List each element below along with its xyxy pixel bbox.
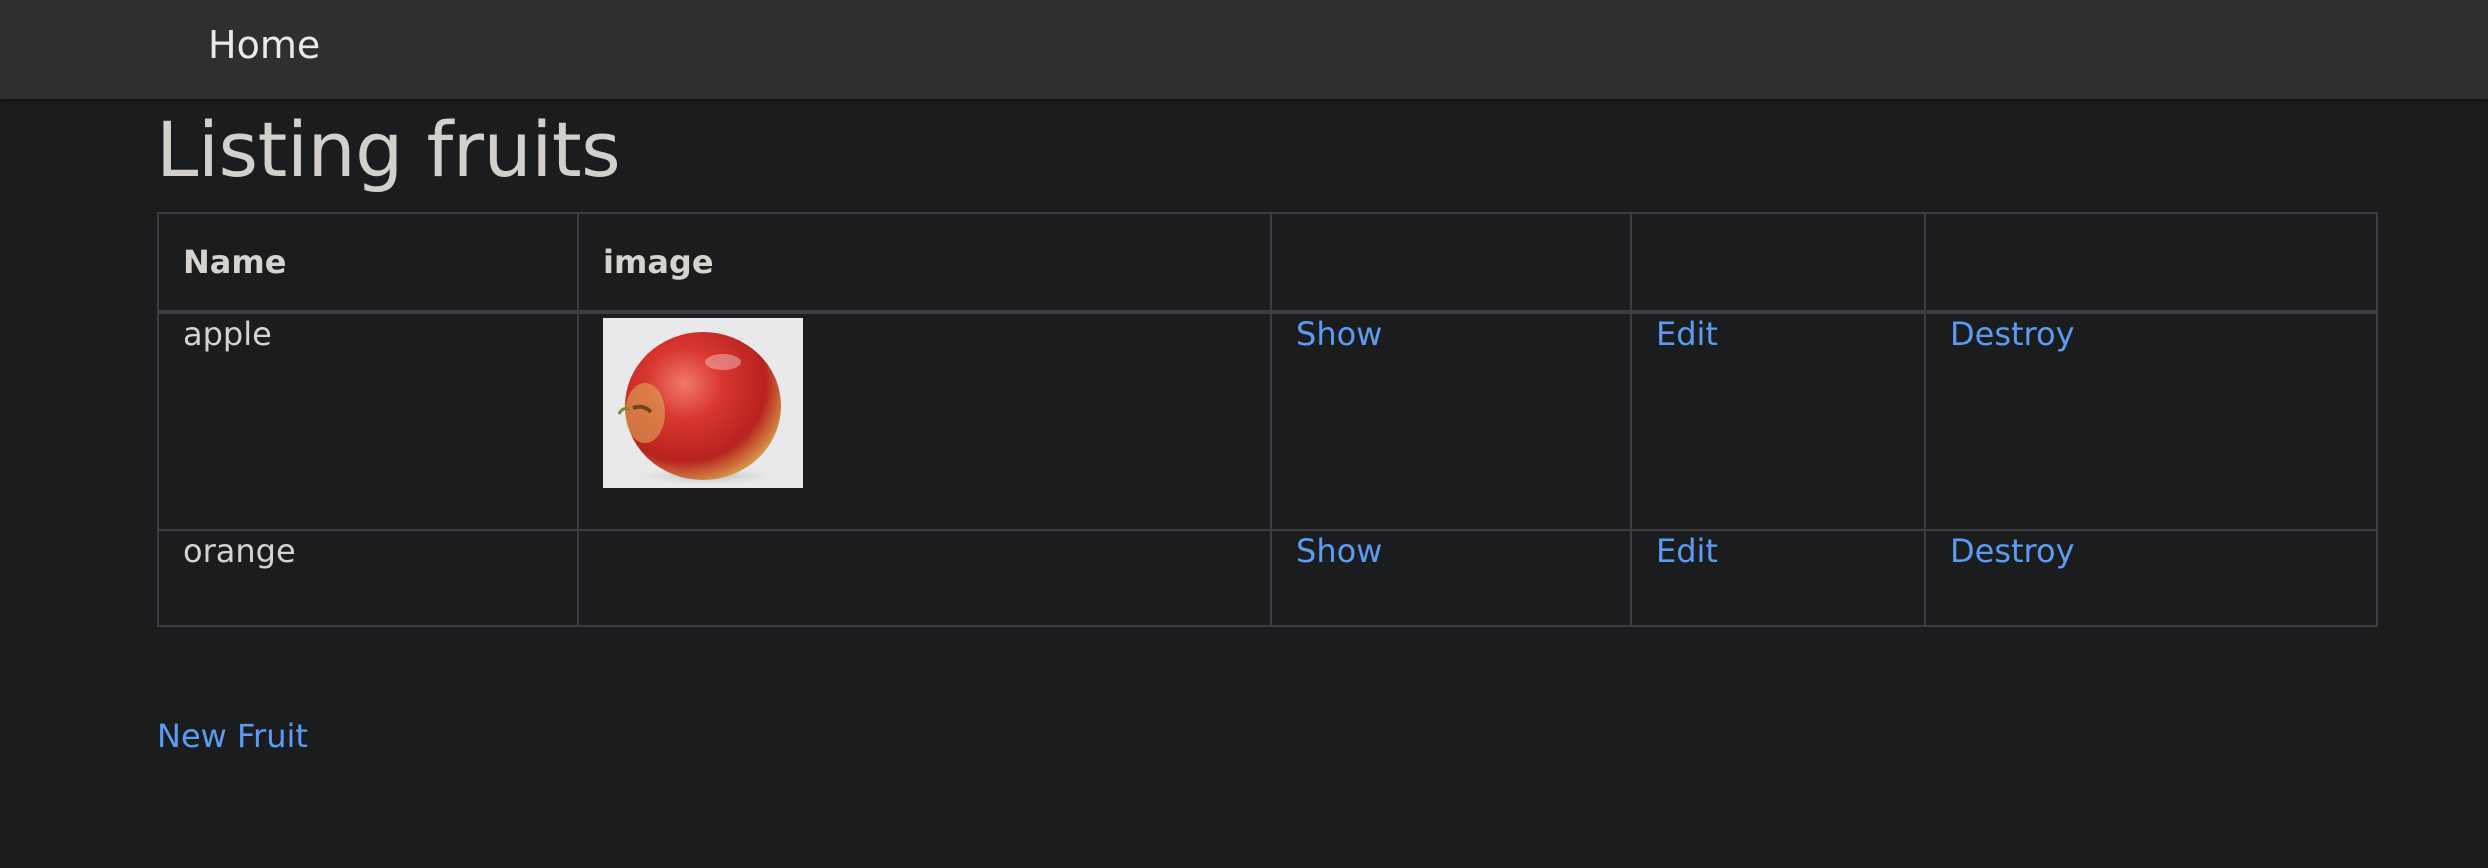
column-header-image: image	[577, 212, 1272, 314]
edit-link[interactable]: Edit	[1656, 532, 1718, 570]
destroy-cell: Destroy	[1924, 311, 2378, 531]
show-cell: Show	[1270, 311, 1632, 531]
column-header-name: Name	[157, 212, 579, 314]
table-row: apple Show Edit Destroy	[157, 311, 2378, 531]
column-header-show	[1270, 212, 1632, 314]
destroy-link[interactable]: Destroy	[1950, 315, 2075, 353]
top-navbar: Home	[0, 0, 2488, 99]
show-link[interactable]: Show	[1296, 532, 1382, 570]
fruit-name: orange	[183, 532, 296, 570]
fruits-table: Name image apple Show Edit Destroy orang…	[157, 212, 2378, 627]
fruit-name: apple	[183, 315, 272, 353]
edit-cell: Edit	[1630, 311, 1926, 531]
destroy-cell: Destroy	[1924, 529, 2378, 627]
table-header-row: Name image	[157, 212, 2378, 314]
new-fruit-link[interactable]: New Fruit	[157, 716, 308, 756]
edit-link[interactable]: Edit	[1656, 315, 1718, 353]
edit-cell: Edit	[1630, 529, 1926, 627]
fruit-name-cell: orange	[157, 529, 579, 627]
table-row: orange Show Edit Destroy	[157, 529, 2378, 627]
fruit-name-cell: apple	[157, 311, 579, 531]
nav-home-link[interactable]: Home	[208, 20, 320, 70]
show-link[interactable]: Show	[1296, 315, 1382, 353]
column-header-destroy	[1924, 212, 2378, 314]
apple-image	[603, 318, 803, 488]
show-cell: Show	[1270, 529, 1632, 627]
fruit-image-cell	[577, 529, 1272, 627]
fruit-image-cell	[577, 311, 1272, 531]
page-title: Listing fruits	[156, 105, 621, 194]
destroy-link[interactable]: Destroy	[1950, 532, 2075, 570]
column-header-edit	[1630, 212, 1926, 314]
